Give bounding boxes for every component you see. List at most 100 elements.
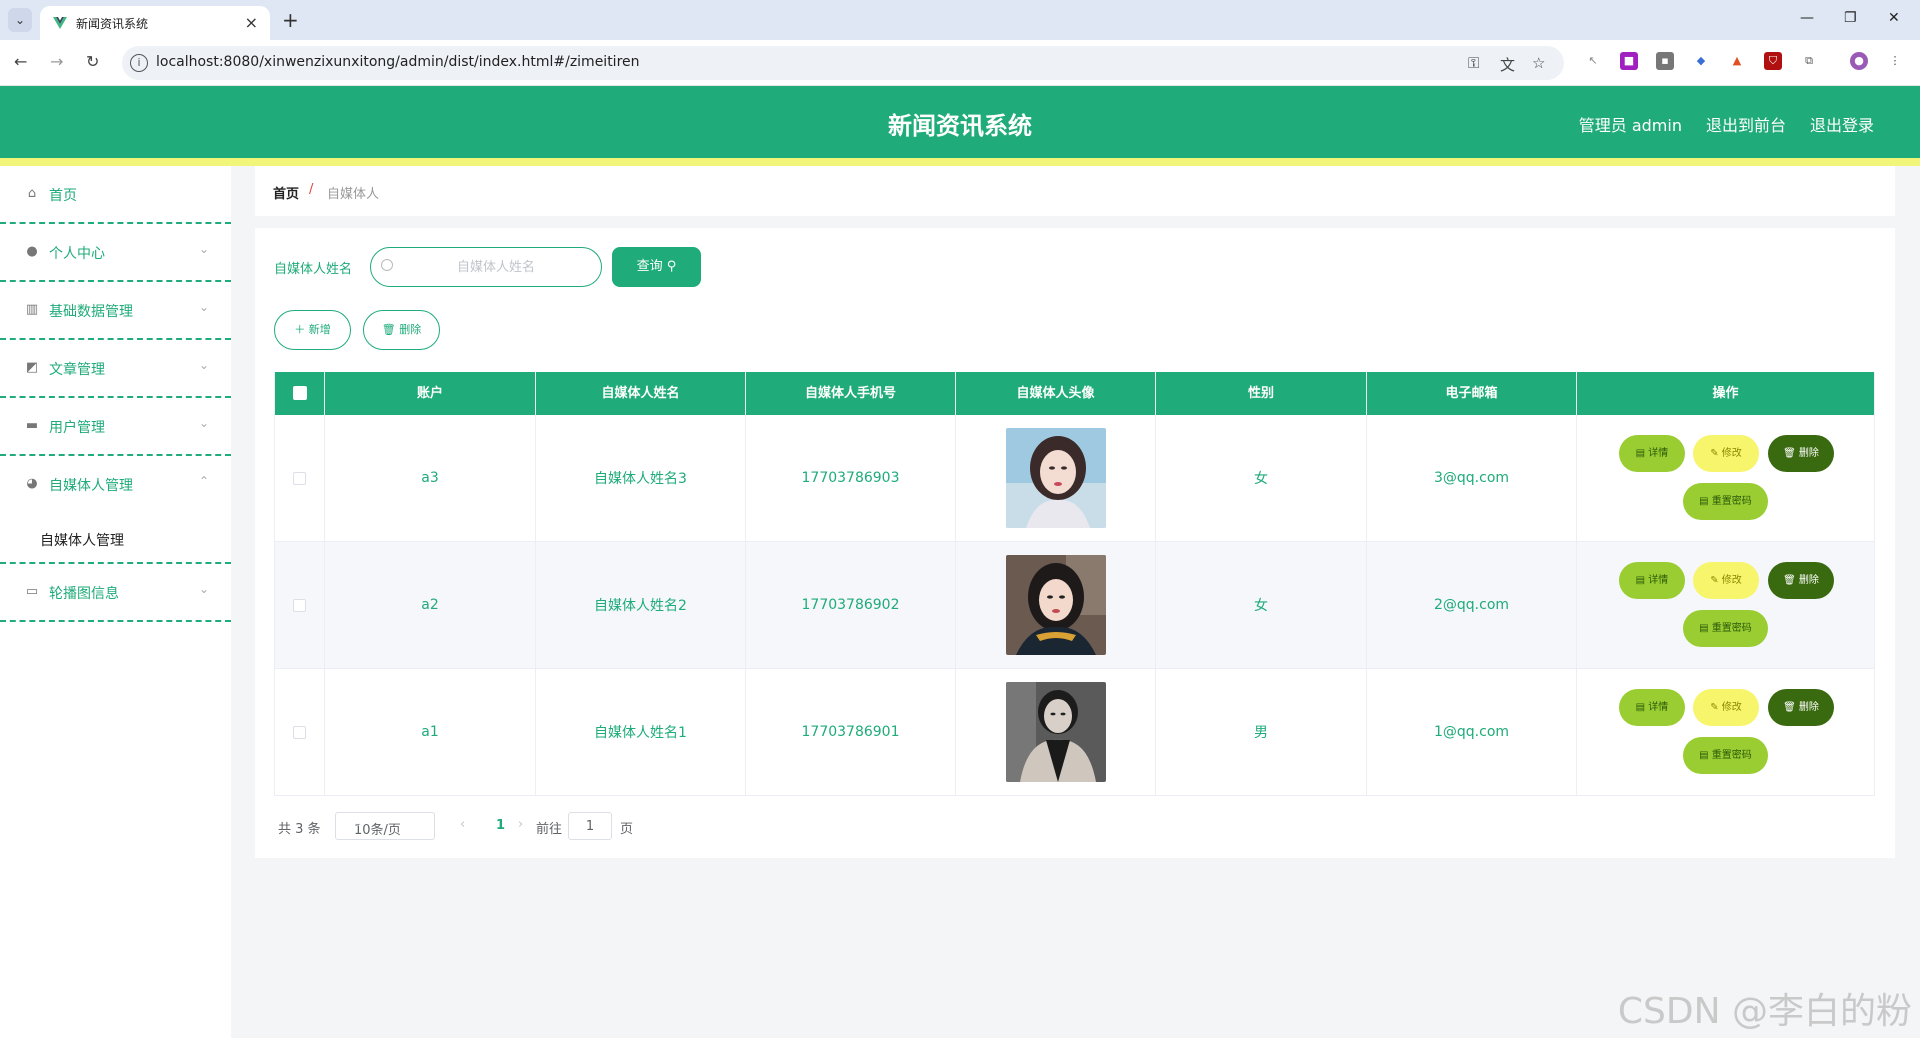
header-phone: 自媒体人手机号 (746, 372, 956, 415)
chevron-down-icon: ⌄ (354, 818, 363, 829)
profile-avatar-icon[interactable]: ● (1850, 52, 1868, 70)
cell-gender: 女 (1156, 542, 1367, 668)
search-label: 自媒体人姓名 (274, 262, 353, 277)
url-text[interactable]: localhost:8080/xinwenzixunxitong/admin/d… (156, 54, 640, 70)
minimize-icon[interactable]: — (1800, 10, 1814, 26)
extension-shield-icon[interactable]: ⛉ (1764, 52, 1782, 70)
extension-orange-icon[interactable]: ▲ (1728, 52, 1746, 70)
sidebar-subitem-media-people-manage[interactable]: 自媒体人管理 (0, 514, 231, 564)
reset-password-button[interactable]: ▤ 重置密码 (1683, 483, 1768, 520)
trend-icon: ◩ (25, 360, 39, 375)
to-frontend-link[interactable]: 退出到前台 (1706, 112, 1786, 136)
app-header: 新闻资讯系统 管理员 admin 退出到前台 退出登录 (0, 86, 1920, 158)
reset-password-button[interactable]: ▤ 重置密码 (1683, 737, 1768, 774)
add-button[interactable]: ＋ 新增 (274, 310, 351, 350)
prev-page-icon[interactable]: ‹ (460, 817, 465, 832)
breadcrumb-separator: / (309, 182, 314, 197)
browser-tab[interactable]: 新闻资讯系统 × (40, 6, 270, 40)
pagination-goto-input[interactable] (568, 812, 612, 840)
header-email: 电子邮箱 (1367, 372, 1577, 415)
header-actions: 操作 (1712, 386, 1739, 401)
select-all-checkbox[interactable] (292, 386, 307, 400)
cell-name: 自媒体人姓名3 (536, 415, 746, 541)
avatar (1005, 428, 1106, 528)
admin-user-link[interactable]: 管理员 admin (1579, 112, 1682, 136)
delete-button[interactable]: 🗑 删除 (1768, 435, 1834, 472)
header-gender: 性别 (1156, 372, 1367, 415)
row-checkbox[interactable] (293, 598, 306, 612)
sidebar-item-label: 文章管理 (49, 362, 105, 378)
back-icon[interactable]: ← (14, 52, 27, 71)
extension-cursor-icon[interactable]: ↖ (1584, 52, 1602, 70)
edit-button[interactable]: ✎ 修改 (1693, 562, 1759, 599)
chevron-down-icon: ⌄ (198, 242, 209, 256)
row-select-cell[interactable] (275, 415, 325, 541)
batch-delete-button[interactable]: 🗑 删除 (363, 310, 440, 350)
header-select-all[interactable] (275, 372, 325, 415)
row-select-cell[interactable] (275, 669, 325, 795)
sidebar-item-carousel[interactable]: ▭ 轮播图信息 ⌄ (0, 564, 231, 622)
reload-icon[interactable]: ↻ (86, 52, 99, 71)
tab-close-icon[interactable]: × (245, 13, 258, 32)
cell-account: a2 (325, 542, 536, 668)
detail-button[interactable]: ▤ 详情 (1619, 435, 1685, 472)
picture-icon: ▭ (25, 584, 39, 599)
cell-email: 1@qq.com (1367, 669, 1577, 795)
header-accent-strip (0, 158, 1920, 166)
delete-button[interactable]: 🗑 删除 (1768, 689, 1834, 726)
bookmark-star-icon[interactable]: ☆ (1532, 54, 1545, 72)
extension-purple-icon[interactable]: ■ (1620, 52, 1638, 70)
cell-account: a3 (325, 415, 536, 541)
edit-button[interactable]: ✎ 修改 (1693, 435, 1759, 472)
pagination-current-page[interactable]: 1 (496, 818, 505, 833)
browser-tab-bar: ⌄ 新闻资讯系统 × + — ❐ ✕ (0, 0, 1920, 40)
cell-actions: ▤ 详情 ✎ 修改 🗑 删除 ▤ 重置密码 (1577, 669, 1874, 795)
tab-search-chevron-icon[interactable]: ⌄ (8, 8, 32, 32)
edit-button[interactable]: ✎ 修改 (1693, 689, 1759, 726)
sidebar-item-articles[interactable]: ◩ 文章管理 ⌄ (0, 340, 231, 398)
sidebar-item-personal-center[interactable]: ● 个人中心 ⌄ (0, 224, 231, 282)
detail-button[interactable]: ▤ 详情 (1619, 689, 1685, 726)
browser-menu-icon[interactable]: ⋮ (1886, 52, 1904, 70)
translate-icon[interactable]: 文 (1500, 54, 1515, 75)
home-icon: ⌂ (27, 186, 37, 201)
restore-icon[interactable]: ❐ (1844, 10, 1857, 26)
url-box[interactable]: i localhost:8080/xinwenzixunxitong/admin… (122, 46, 1564, 80)
sidebar-item-basic-data[interactable]: ▥ 基础数据管理 ⌄ (0, 282, 231, 340)
extensions-puzzle-icon[interactable]: ⧉ (1800, 52, 1818, 70)
breadcrumb-home[interactable]: 首页 (273, 183, 299, 202)
sidebar: ⌂ 首页 ● 个人中心 ⌄ ▥ 基础数据管理 ⌄ ◩ 文章管理 ⌄ ▬ 用户管理… (0, 166, 231, 1038)
cell-name: 自媒体人姓名1 (536, 669, 746, 795)
delete-button[interactable]: 🗑 删除 (1768, 562, 1834, 599)
row-select-cell[interactable] (275, 542, 325, 668)
page-size-select[interactable]: 10条/页 ⌄ (335, 812, 435, 840)
pagination-total: 共 3 条 (278, 822, 321, 837)
next-page-icon[interactable]: › (518, 817, 523, 832)
window-close-icon[interactable]: ✕ (1888, 10, 1900, 26)
sidebar-item-media-people[interactable]: ◕ 自媒体人管理 ⌃ (0, 456, 231, 514)
logout-link[interactable]: 退出登录 (1810, 112, 1874, 136)
key-icon[interactable]: ⚿ (1468, 54, 1479, 72)
sidebar-item-home[interactable]: ⌂ 首页 (0, 166, 231, 224)
new-tab-icon[interactable]: + (282, 8, 299, 32)
row-checkbox[interactable] (293, 725, 306, 739)
site-info-icon[interactable]: i (130, 54, 148, 72)
user-icon: ● (26, 244, 38, 259)
sidebar-item-users[interactable]: ▬ 用户管理 ⌄ (0, 398, 231, 456)
breadcrumb-current: 自媒体人 (327, 187, 380, 202)
table-header: 账户 自媒体人姓名 自媒体人手机号 自媒体人头像 性别 电子邮箱 操作 (275, 372, 1874, 415)
cell-phone: 17703786903 (746, 415, 956, 541)
forward-icon[interactable]: → (50, 52, 63, 71)
extension-gray-icon[interactable]: ▪ (1656, 52, 1674, 70)
search-field[interactable] (370, 247, 602, 287)
cell-avatar (956, 542, 1156, 668)
search-input[interactable] (401, 256, 591, 278)
detail-button[interactable]: ▤ 详情 (1619, 562, 1685, 599)
vue-logo-icon (53, 17, 67, 29)
message-icon: ▬ (25, 418, 39, 433)
extension-blue-icon[interactable]: ◆ (1692, 52, 1710, 70)
row-checkbox[interactable] (293, 471, 306, 485)
cell-email: 3@qq.com (1367, 415, 1577, 541)
query-button[interactable]: 查询 ⚲ (612, 247, 701, 287)
reset-password-button[interactable]: ▤ 重置密码 (1683, 610, 1768, 647)
